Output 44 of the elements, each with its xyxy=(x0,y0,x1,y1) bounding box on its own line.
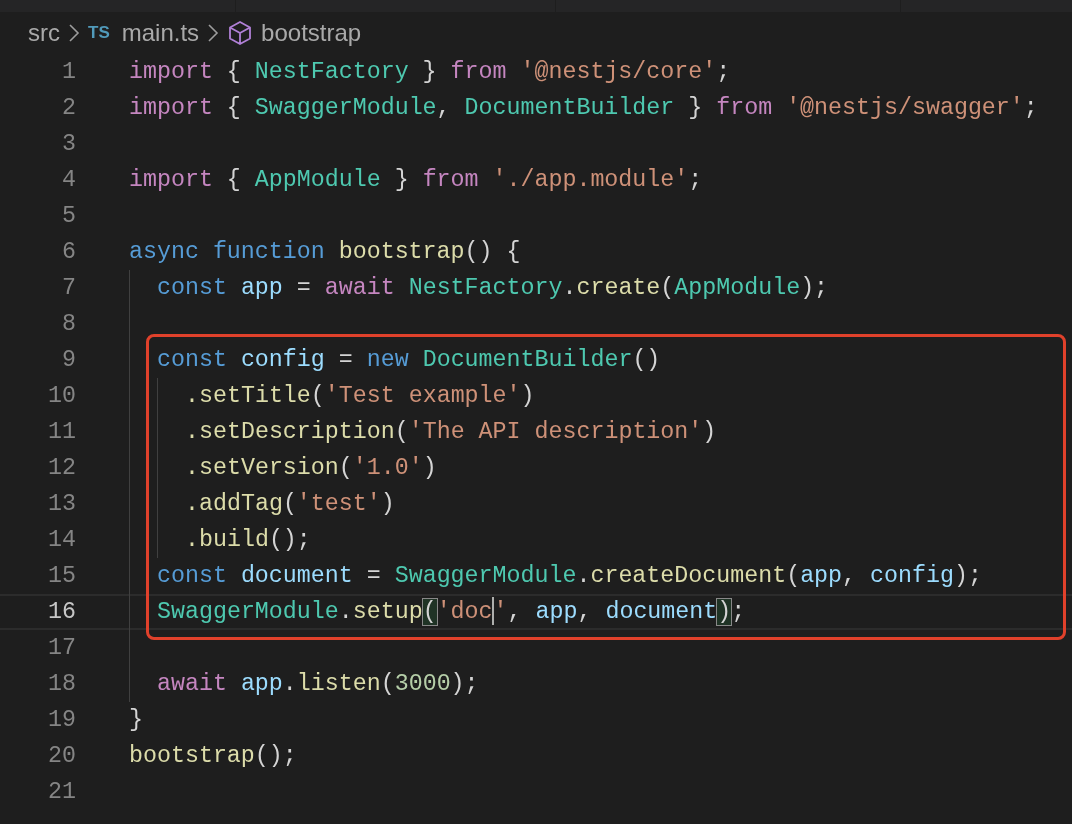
code-text: import { NestFactory } from '@nestjs/core'; xyxy=(129,57,731,87)
line-number: 16 xyxy=(47,597,76,627)
code-text: const app = await NestFactory.create(AppModule); xyxy=(157,273,829,303)
code-text: const document = SwaggerModule.createDocument(app, config); xyxy=(157,561,982,591)
line-number: 17 xyxy=(47,633,76,663)
code-text: bootstrap(); xyxy=(129,741,297,771)
code-text: await app.listen(3000); xyxy=(157,669,479,699)
line-number: 20 xyxy=(47,741,76,771)
line-number: 9 xyxy=(61,345,76,375)
line-number: 5 xyxy=(61,201,76,231)
code-text: const config = new DocumentBuilder() xyxy=(157,345,661,375)
typescript-file-label: TS xyxy=(88,22,110,45)
breadcrumb-item[interactable]: bootstrap xyxy=(261,15,362,51)
chevron-right-icon xyxy=(207,23,220,43)
line-number: 2 xyxy=(61,93,76,123)
line-number: 10 xyxy=(47,381,76,411)
code-text: .addTag('test') xyxy=(185,489,395,519)
code-text: .setDescription('The API description') xyxy=(185,417,717,447)
line-number: 13 xyxy=(47,489,76,519)
line-number: 7 xyxy=(61,273,76,303)
line-number: 1 xyxy=(61,57,76,87)
code-text: .setVersion('1.0') xyxy=(185,453,437,483)
cube-icon xyxy=(227,20,254,46)
code-text: async function bootstrap() { xyxy=(129,237,521,267)
breadcrumb-item[interactable]: src xyxy=(28,15,60,51)
code-text: .build(); xyxy=(185,525,311,555)
line-number: 18 xyxy=(47,669,76,699)
line-number: 21 xyxy=(47,777,76,807)
line-number: 3 xyxy=(61,129,76,159)
line-number: 6 xyxy=(61,237,76,267)
line-number: 11 xyxy=(47,417,76,447)
code-text: SwaggerModule.setup('doc', app, document); xyxy=(157,596,746,628)
line-number: 8 xyxy=(61,309,76,339)
line-number: 19 xyxy=(47,705,76,735)
code-text: .setTitle('Test example') xyxy=(185,381,535,411)
line-number: 14 xyxy=(47,525,76,555)
breadcrumb-item[interactable]: main.ts xyxy=(121,15,200,51)
line-number: 15 xyxy=(47,561,76,591)
code-text: import { AppModule } from './app.module'; xyxy=(129,165,703,195)
line-number: 12 xyxy=(47,453,76,483)
line-number: 4 xyxy=(61,165,76,195)
chevron-right-icon xyxy=(68,23,80,43)
code-text: } xyxy=(129,705,143,735)
code-text: import { SwaggerModule, DocumentBuilder } from '@nestjs/swagger'; xyxy=(129,93,1038,123)
